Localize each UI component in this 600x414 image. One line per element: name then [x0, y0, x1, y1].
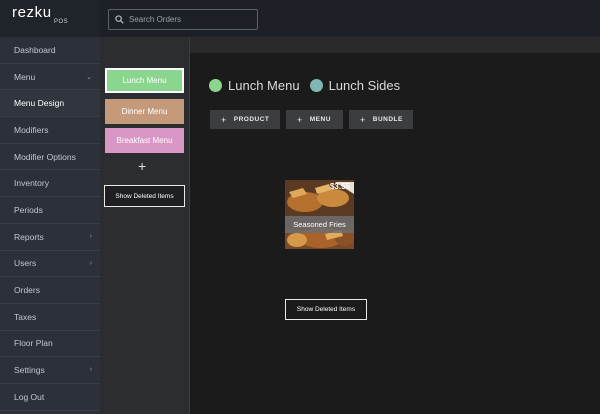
- sidebar-item-label: Orders: [14, 285, 40, 296]
- plus-icon: +: [360, 114, 366, 125]
- sidebar-item-label: Floor Plan: [14, 338, 53, 349]
- sidebar-item-label: Modifier Options: [14, 151, 76, 162]
- button-label: BUNDLE: [372, 116, 403, 123]
- menus-panel: Lunch Menu Dinner Menu Breakfast Menu + …: [100, 37, 190, 414]
- top-bar: [100, 0, 600, 37]
- product-price: $3.55: [329, 182, 350, 191]
- sidebar-item-dashboard[interactable]: Dashboard: [0, 37, 100, 64]
- sidebar-item-floor-plan[interactable]: Floor Plan: [0, 331, 100, 358]
- menu-card-dinner[interactable]: Dinner Menu: [105, 99, 184, 124]
- legend-label: Lunch Menu: [228, 78, 300, 93]
- menu-card-breakfast[interactable]: Breakfast Menu: [105, 128, 184, 153]
- sidebar-item-menu[interactable]: Menu ⌄: [0, 64, 100, 91]
- canvas-header-strip: [190, 37, 600, 53]
- chevron-down-icon: ⌄: [86, 73, 92, 81]
- sidebar-item-orders[interactable]: Orders: [0, 277, 100, 304]
- add-menu-button[interactable]: + MENU: [286, 110, 343, 129]
- search-input[interactable]: [129, 15, 247, 24]
- chevron-right-icon: ›: [89, 366, 92, 374]
- teal-dot-icon: [309, 79, 323, 92]
- sidebar-item-settings[interactable]: Settings ›: [0, 357, 100, 384]
- brand-sub: POS: [54, 19, 69, 25]
- sidebar-item-label: Dashboard: [14, 44, 56, 55]
- legend-item-lunch-sides[interactable]: Lunch Sides: [309, 78, 401, 93]
- chevron-right-icon: ›: [89, 232, 92, 240]
- search-box[interactable]: [108, 9, 258, 30]
- legend-label: Lunch Sides: [328, 78, 401, 93]
- sidebar-item-taxes[interactable]: Taxes: [0, 304, 100, 331]
- button-label: PRODUCT: [233, 116, 270, 123]
- sidebar-item-inventory[interactable]: Inventory: [0, 170, 100, 198]
- legend-item-lunch-menu[interactable]: Lunch Menu: [209, 78, 300, 93]
- add-actions: + PRODUCT + MENU + BUNDLE: [210, 110, 413, 129]
- green-dot-icon: [209, 79, 222, 92]
- sidebar-item-users[interactable]: Users ›: [0, 251, 100, 278]
- sidebar-item-label: Periods: [14, 204, 43, 215]
- add-menu-icon[interactable]: +: [138, 159, 146, 173]
- product-card-seasoned-fries[interactable]: $3.55 Seasoned Fries: [285, 180, 354, 249]
- sidebar-item-log-out[interactable]: Log Out: [0, 384, 100, 411]
- sidebar-item-label: Inventory: [14, 178, 49, 189]
- sidebar-item-label: Taxes: [14, 311, 37, 322]
- sidebar-item-modifier-options[interactable]: Modifier Options: [0, 144, 100, 171]
- sidebar-item-modifiers[interactable]: Modifiers: [0, 117, 100, 144]
- show-deleted-items-button[interactable]: Show Deleted Items: [285, 299, 367, 320]
- add-product-button[interactable]: + PRODUCT: [210, 110, 280, 129]
- sidebar-item-periods[interactable]: Periods: [0, 197, 100, 224]
- sidebar-item-menu-design[interactable]: Menu Design: [0, 90, 100, 118]
- sidebar-item-label: Modifiers: [14, 124, 49, 135]
- chevron-right-icon: ›: [89, 259, 92, 267]
- sidebar-nav: rezku POS Dashboard Menu ⌄ Menu Design M…: [0, 0, 100, 414]
- sidebar-item-label: Settings: [14, 365, 45, 376]
- sidebar-item-reports[interactable]: Reports ›: [0, 224, 100, 251]
- sidebar-item-label: Log Out: [14, 391, 45, 402]
- plus-icon: +: [221, 114, 227, 125]
- sidebar-item-label: Reports: [14, 231, 44, 242]
- sidebar-item-label: Menu: [14, 71, 36, 82]
- menu-design-canvas: Lunch Menu Lunch Sides + PRODUCT + MENU …: [190, 37, 600, 414]
- brand-logo[interactable]: rezku POS: [0, 0, 100, 37]
- sidebar-item-label: Menu Design: [14, 98, 65, 109]
- add-bundle-button[interactable]: + BUNDLE: [349, 110, 413, 129]
- button-label: MENU: [309, 116, 331, 123]
- sidebar-item-label: Users: [14, 258, 37, 269]
- category-legend: Lunch Menu Lunch Sides: [209, 78, 410, 93]
- menu-card-lunch[interactable]: Lunch Menu: [105, 68, 184, 93]
- show-deleted-menus-button[interactable]: Show Deleted Items: [104, 185, 185, 207]
- plus-icon: +: [297, 114, 303, 125]
- search-icon: [115, 15, 124, 24]
- product-name: Seasoned Fries: [285, 216, 354, 233]
